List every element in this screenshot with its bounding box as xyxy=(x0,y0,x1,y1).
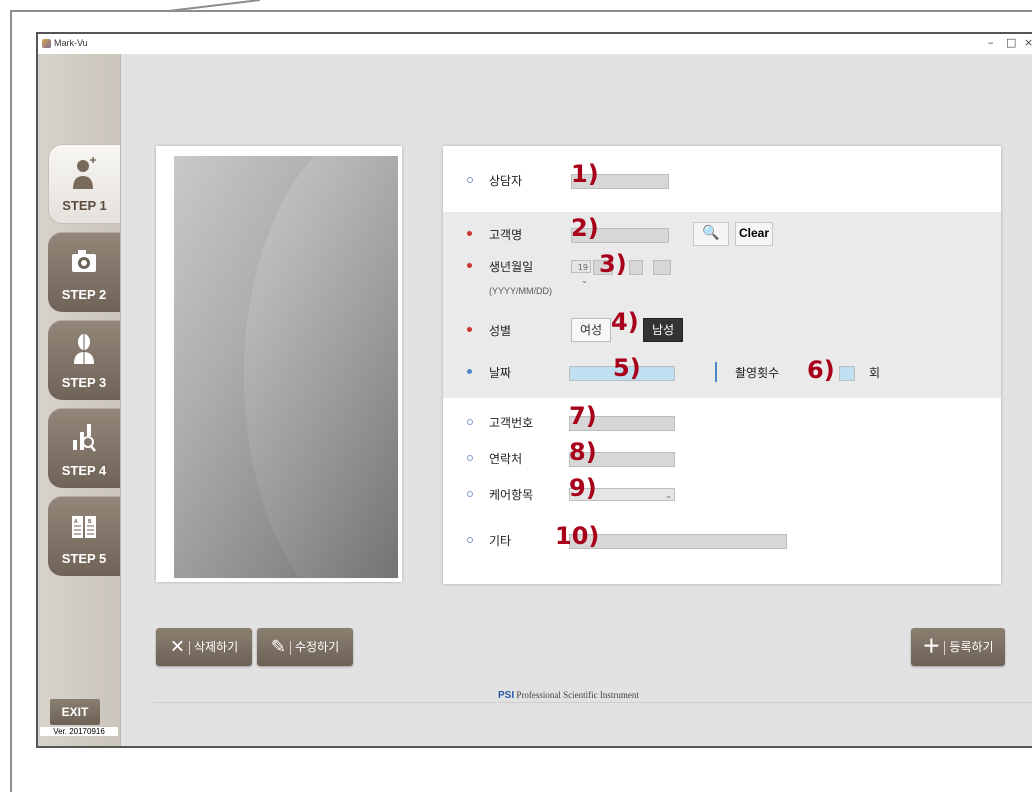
customer-name-label: 고객명 xyxy=(489,228,523,242)
plus-icon: ＋ xyxy=(922,636,941,658)
minimize-button[interactable]: – xyxy=(988,36,994,49)
compare-book-icon: AB xyxy=(72,516,96,538)
separator xyxy=(715,362,717,382)
customer-form: 상담자 1) 고객명 2) 🔍 Clear 생년월일 19 ⌄ 3) (YYYY… xyxy=(443,146,1001,584)
register-label: 등록하기 xyxy=(949,640,994,654)
app-window: Mark-Vu – □ × STEP 1 STEP 2 STEP 3 STEP … xyxy=(36,32,1032,748)
birth-year-prefix: 19 xyxy=(577,263,588,272)
version-label: Ver. 20170916 xyxy=(40,727,118,736)
customer-no-label: 고객번호 xyxy=(489,416,534,430)
delete-button[interactable]: ✕ 삭제하기 xyxy=(156,628,252,666)
callout-8: 8) xyxy=(569,438,597,466)
step-3-label: STEP 3 xyxy=(61,375,107,390)
shots-label: 촬영횟수 xyxy=(735,366,780,380)
birth-month-field[interactable] xyxy=(629,260,643,275)
etc-field[interactable] xyxy=(569,534,787,549)
birth-format-hint: (YYYY/MM/DD) xyxy=(489,286,552,296)
photo-card xyxy=(156,146,402,582)
callout-3: 3) xyxy=(599,250,627,278)
callout-1: 1) xyxy=(571,160,599,188)
step-5-button[interactable]: AB STEP 5 xyxy=(48,496,120,576)
contact-label: 연락처 xyxy=(489,452,523,466)
step-4-label: STEP 4 xyxy=(61,463,107,478)
window-title: Mark-Vu xyxy=(54,38,88,48)
step-2-button[interactable]: STEP 2 xyxy=(48,232,120,312)
optional-dot xyxy=(467,419,473,425)
title-bar: Mark-Vu – □ × xyxy=(38,34,1032,54)
shots-unit-label: 회 xyxy=(869,366,881,380)
birth-year-select[interactable]: 19 ⌄ xyxy=(571,260,591,285)
search-icon: 🔍 xyxy=(702,225,720,241)
step-sidebar: STEP 1 STEP 2 STEP 3 STEP 4 AB STEP 5 EX… xyxy=(38,54,121,746)
main-panel: 상담자 1) 고객명 2) 🔍 Clear 생년월일 19 ⌄ 3) (YYYY… xyxy=(121,54,1032,746)
required-dot xyxy=(467,231,472,236)
callout-9: 9) xyxy=(569,474,597,502)
brand-text: Professional Scientific Instrument xyxy=(516,690,639,700)
app-icon xyxy=(42,39,51,48)
svg-text:B: B xyxy=(88,519,92,525)
customer-photo xyxy=(174,156,398,578)
face-analysis-icon xyxy=(74,334,94,364)
gender-label: 성별 xyxy=(489,324,512,338)
shots-field[interactable] xyxy=(839,366,855,381)
divider xyxy=(188,640,190,655)
female-button[interactable]: 여성 xyxy=(571,318,611,342)
step-5-label: STEP 5 xyxy=(61,551,107,566)
counselor-label: 상담자 xyxy=(489,174,523,188)
callout-4: 4) xyxy=(611,308,639,336)
optional-dot xyxy=(467,455,473,461)
date-label: 날짜 xyxy=(489,366,512,380)
info-dot xyxy=(467,369,472,374)
edit-button[interactable]: ✎ 수정하기 xyxy=(257,628,353,666)
divider xyxy=(944,640,946,655)
delete-label: 삭제하기 xyxy=(193,640,239,654)
callout-10: 10) xyxy=(555,522,600,550)
footer-divider xyxy=(153,702,1032,703)
chart-search-icon xyxy=(73,424,96,452)
camera-icon xyxy=(72,250,96,272)
edit-label: 수정하기 xyxy=(294,640,340,654)
brand-footer: PSI Professional Scientific Instrument xyxy=(498,690,639,701)
callout-2: 2) xyxy=(571,214,599,242)
svg-text:A: A xyxy=(74,519,78,525)
callout-5: 5) xyxy=(613,354,641,382)
required-dot xyxy=(467,263,472,268)
search-button[interactable]: 🔍 xyxy=(693,222,729,246)
step-1-label: STEP 1 xyxy=(62,198,107,213)
male-button[interactable]: 남성 xyxy=(643,318,683,342)
etc-label: 기타 xyxy=(489,534,512,548)
required-dot xyxy=(467,327,472,332)
optional-dot xyxy=(467,177,473,183)
x-icon: ✕ xyxy=(169,636,185,658)
clear-button[interactable]: Clear xyxy=(735,222,773,246)
step-1-button[interactable]: STEP 1 xyxy=(48,144,120,224)
step-3-button[interactable]: STEP 3 xyxy=(48,320,120,400)
close-button[interactable]: × xyxy=(1024,36,1032,49)
psi-logo: PSI xyxy=(498,690,515,701)
callout-7: 7) xyxy=(569,402,597,430)
user-add-icon xyxy=(73,157,96,189)
register-button[interactable]: ＋ 등록하기 xyxy=(911,628,1005,666)
divider xyxy=(289,640,291,655)
birth-day-field[interactable] xyxy=(653,260,671,275)
exit-button[interactable]: EXIT xyxy=(50,699,100,725)
care-item-label: 케어항목 xyxy=(489,488,534,502)
callout-6: 6) xyxy=(807,356,835,384)
birthdate-label: 생년월일 xyxy=(489,260,534,274)
step-2-label: STEP 2 xyxy=(61,287,107,302)
step-4-button[interactable]: STEP 4 xyxy=(48,408,120,488)
optional-dot xyxy=(467,491,473,497)
optional-dot xyxy=(467,537,473,543)
pencil-icon: ✎ xyxy=(270,636,286,658)
maximize-button[interactable]: □ xyxy=(1006,36,1016,49)
